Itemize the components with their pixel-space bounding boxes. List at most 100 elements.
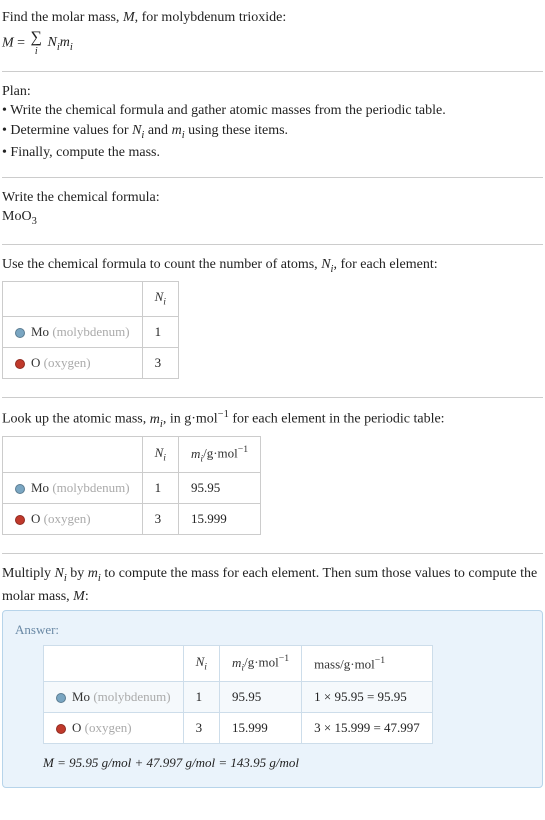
count-text: Use the chemical formula to count the nu…	[2, 255, 543, 277]
element-symbol: O	[31, 355, 40, 370]
text: :	[85, 589, 89, 604]
plan-heading: Plan:	[2, 82, 543, 102]
exp: −1	[238, 444, 248, 455]
N: N	[155, 445, 164, 460]
table-row: Mo (molybdenum) 1 95.95 1 × 95.95 = 95.9…	[44, 681, 433, 712]
i: i	[163, 297, 166, 308]
table-header-row: Ni mi/g·mol−1 mass/g·mol−1	[44, 646, 433, 682]
N: N	[47, 35, 56, 50]
element-name: (oxygen)	[44, 511, 91, 526]
m: m	[172, 123, 182, 138]
m: m	[191, 446, 200, 461]
separator	[2, 553, 543, 554]
i: i	[70, 42, 73, 53]
exp: −1	[218, 409, 229, 420]
text: and	[144, 123, 171, 138]
formula-sub: 3	[32, 216, 37, 227]
mass-table: Ni mi/g·mol−1 Mo (molybdenum) 1 95.95 O …	[2, 436, 261, 535]
element-symbol: Mo	[31, 324, 49, 339]
header-blank	[3, 437, 143, 473]
element-name: (oxygen)	[44, 355, 91, 370]
mi-cell: 15.999	[219, 713, 301, 744]
var-M: M	[123, 10, 135, 25]
count-section: Use the chemical formula to count the nu…	[2, 251, 543, 391]
mass-section: Look up the atomic mass, mi, in g·mol−1 …	[2, 404, 543, 547]
m: m	[150, 412, 160, 427]
plan-section: Plan: • Write the chemical formula and g…	[2, 78, 543, 171]
mass-cell: 1 × 95.95 = 95.95	[302, 681, 433, 712]
exp: −1	[279, 653, 289, 664]
table-row: Mo (molybdenum) 1	[3, 316, 179, 347]
intro-section: Find the molar mass, M, for molybdenum t…	[2, 4, 543, 65]
element-cell: O (oxygen)	[3, 347, 143, 378]
text: Find the molar mass,	[2, 10, 123, 25]
N: N	[196, 654, 205, 669]
element-symbol: O	[72, 720, 81, 735]
count-cell: 3	[142, 503, 178, 534]
header-mi: mi/g·mol−1	[178, 437, 260, 473]
plan-bullet-3: • Finally, compute the mass.	[2, 143, 543, 163]
sum-symbol: ∑i	[31, 30, 42, 57]
element-cell: O (oxygen)	[44, 713, 184, 744]
formula-section: Write the chemical formula: MoO3	[2, 184, 543, 238]
header-Ni: Ni	[142, 282, 178, 316]
header-blank	[3, 282, 143, 316]
text: Look up the atomic mass,	[2, 412, 150, 427]
sum-index: i	[31, 47, 42, 57]
N: N	[321, 257, 330, 272]
intro-equation: M = ∑i Nimi	[2, 30, 543, 57]
separator	[2, 177, 543, 178]
eq-equals: =	[14, 35, 29, 50]
table-row: O (oxygen) 3 15.999 3 × 15.999 = 47.997	[44, 713, 433, 744]
element-cell: O (oxygen)	[3, 503, 143, 534]
table-row: O (oxygen) 3 15.999	[3, 503, 261, 534]
text: using these items.	[185, 123, 288, 138]
formula-text: MoO	[2, 209, 32, 224]
eq-mi: mi	[60, 35, 73, 50]
mass-cell: 3 × 15.999 = 47.997	[302, 713, 433, 744]
mi: mi	[88, 566, 101, 581]
M: M	[73, 589, 85, 604]
unit: mass/g·mol	[314, 656, 375, 671]
chemical-formula: MoO3	[2, 207, 543, 229]
element-name: (molybdenum)	[52, 480, 129, 495]
mass-cell: 95.95	[178, 472, 260, 503]
N: N	[155, 289, 164, 304]
header-mass: mass/g·mol−1	[302, 646, 433, 682]
text: • Determine values for	[2, 123, 132, 138]
mi-cell: 95.95	[219, 681, 301, 712]
header-blank	[44, 646, 184, 682]
element-dot-icon	[56, 724, 66, 734]
element-dot-icon	[56, 693, 66, 703]
text: , for each element:	[333, 257, 437, 272]
N: N	[55, 566, 64, 581]
Ni: Ni	[132, 123, 144, 138]
text: Use the chemical formula to count the nu…	[2, 257, 321, 272]
element-name: (oxygen)	[85, 720, 132, 735]
mi: mi	[172, 123, 185, 138]
multiply-text: Multiply Ni by mi to compute the mass fo…	[2, 564, 543, 606]
element-dot-icon	[15, 328, 25, 338]
plan-bullet-1: • Write the chemical formula and gather …	[2, 101, 543, 121]
separator	[2, 244, 543, 245]
count-cell: 3	[142, 347, 178, 378]
Ni: Ni	[55, 566, 67, 581]
element-name: (molybdenum)	[52, 324, 129, 339]
eq-Ni: Ni	[47, 35, 59, 50]
header-mi: mi/g·mol−1	[219, 646, 301, 682]
table-row: O (oxygen) 3	[3, 347, 179, 378]
separator	[2, 397, 543, 398]
mi: mi	[150, 412, 163, 427]
answer-table: Ni mi/g·mol−1 mass/g·mol−1 Mo (molybdenu…	[43, 645, 433, 744]
answer-title: Answer:	[15, 621, 530, 639]
m: m	[88, 566, 98, 581]
text: for each element in the periodic table:	[229, 412, 445, 427]
Ni: Ni	[321, 257, 333, 272]
formula-heading: Write the chemical formula:	[2, 188, 543, 208]
separator	[2, 71, 543, 72]
element-dot-icon	[15, 359, 25, 369]
element-cell: Mo (molybdenum)	[3, 316, 143, 347]
final-result: M = 95.95 g/mol + 47.997 g/mol = 143.95 …	[43, 754, 530, 772]
i: i	[163, 452, 166, 463]
element-dot-icon	[15, 515, 25, 525]
